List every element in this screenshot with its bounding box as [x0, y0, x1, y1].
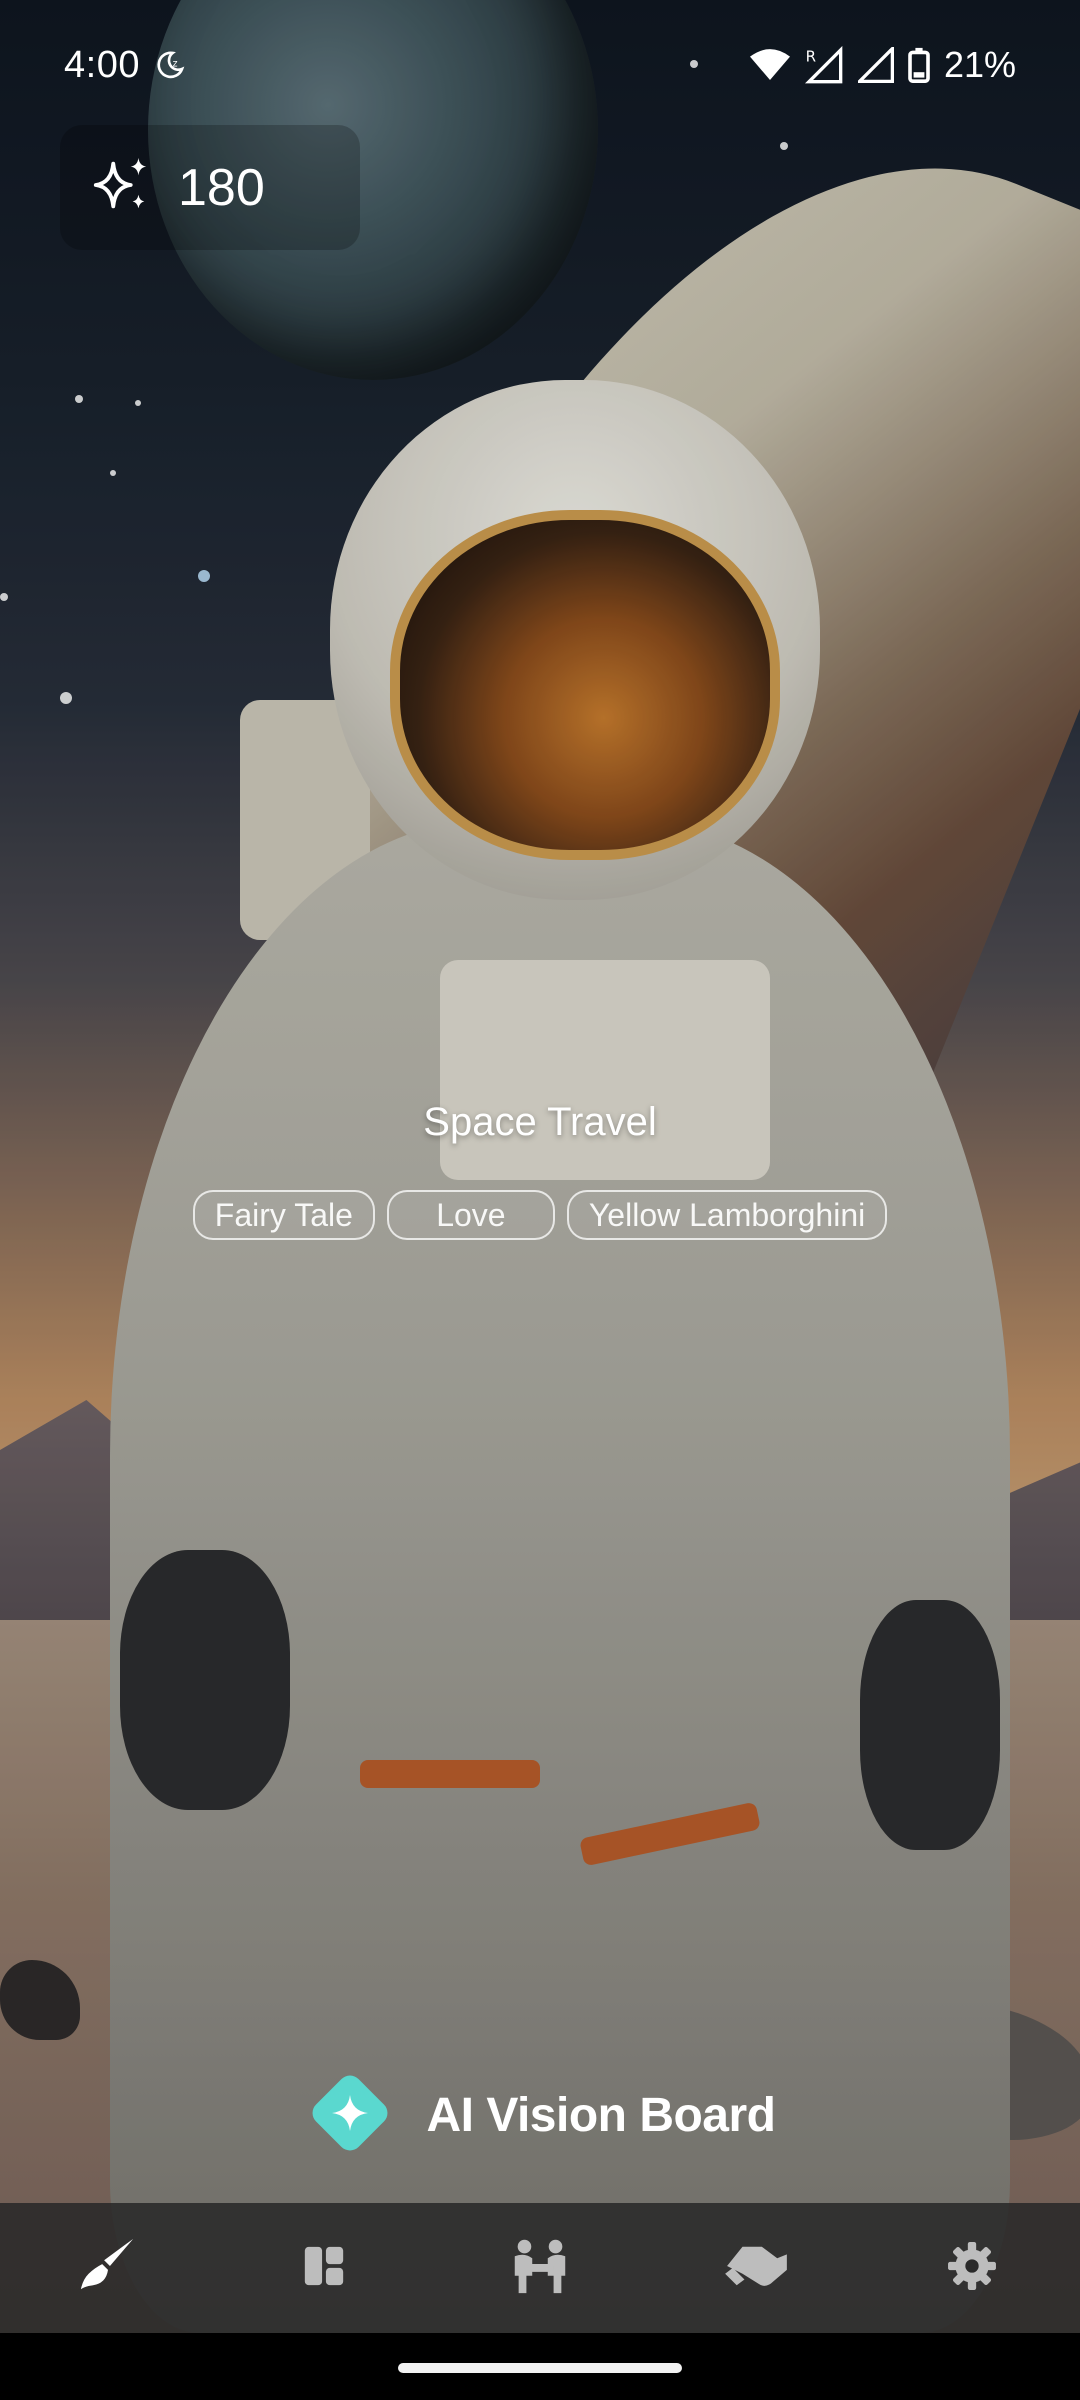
signal-icon — [857, 47, 894, 83]
nav-boards[interactable] — [259, 2213, 389, 2323]
image-scrim — [0, 0, 1080, 2333]
signal-roaming-icon: R — [804, 46, 844, 84]
gear-icon — [947, 2241, 997, 2296]
brand-name: AI Vision Board — [426, 2088, 776, 2142]
paintbrush-icon — [77, 2235, 139, 2302]
vision-theme-title: Space Travel — [423, 1100, 657, 1144]
svg-text:R: R — [806, 48, 816, 66]
do-not-disturb-moon-icon: z — [154, 49, 186, 81]
group-people-icon — [507, 2236, 573, 2301]
dashboard-icon — [301, 2243, 347, 2294]
status-bar: 4:00 z R 21% — [0, 0, 1080, 130]
tag-fairy-tale[interactable]: Fairy Tale — [192, 1190, 375, 1240]
battery-percent: 21% — [943, 44, 1016, 85]
home-gesture-handle[interactable] — [398, 2363, 682, 2373]
credits-chip[interactable]: 180 — [60, 125, 360, 250]
sparkles-icon — [90, 154, 152, 221]
wifi-icon — [749, 48, 790, 82]
theme-tags: Fairy Tale Love Yellow Lamborghini — [0, 1190, 1080, 1240]
diamond-logo-icon — [304, 2067, 396, 2164]
credits-count: 180 — [178, 158, 265, 217]
nav-partners[interactable] — [691, 2213, 821, 2323]
astronaut-background-image — [0, 0, 1080, 2333]
svg-text:z: z — [173, 58, 178, 69]
bottom-nav — [0, 2203, 1080, 2333]
tag-love[interactable]: Love — [386, 1190, 555, 1240]
status-left: 4:00 z — [64, 44, 186, 87]
nav-settings[interactable] — [907, 2213, 1037, 2323]
status-time: 4:00 — [64, 43, 140, 86]
handshake-icon — [723, 2239, 789, 2298]
status-right: R 21% — [749, 44, 1016, 86]
brand: AI Vision Board — [0, 2070, 1080, 2160]
nav-create[interactable] — [43, 2213, 173, 2323]
tag-yellow-lamborghini[interactable]: Yellow Lamborghini — [566, 1190, 888, 1240]
battery-icon — [908, 47, 930, 83]
nav-community[interactable] — [475, 2213, 605, 2323]
